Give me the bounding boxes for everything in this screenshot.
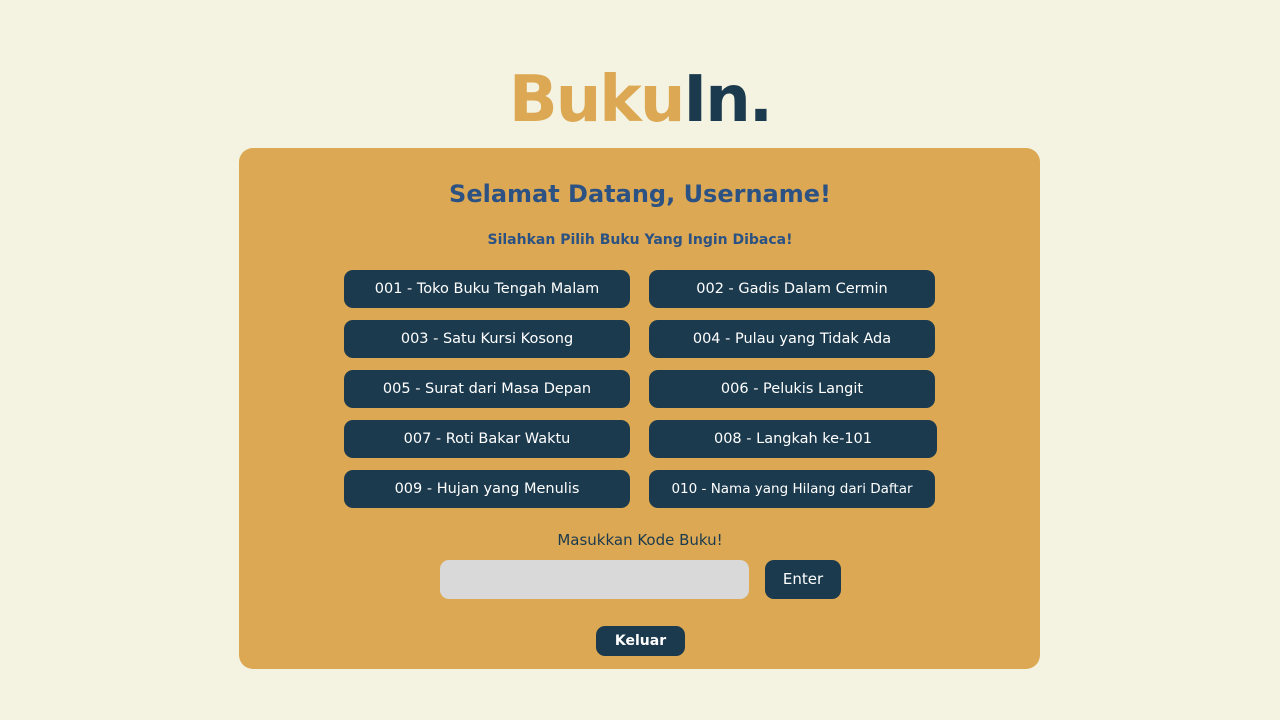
logout-button[interactable]: Keluar <box>596 626 685 656</box>
logo-part-buku: Buku <box>508 63 685 137</box>
book-button-003[interactable]: 003 - Satu Kursi Kosong <box>344 320 630 358</box>
book-button-010[interactable]: 010 - Nama yang Hilang dari Daftar <box>649 470 935 508</box>
book-button-002[interactable]: 002 - Gadis Dalam Cermin <box>649 270 935 308</box>
book-code-label: Masukkan Kode Buku! <box>557 531 723 549</box>
book-button-007[interactable]: 007 - Roti Bakar Waktu <box>344 420 630 458</box>
enter-button[interactable]: Enter <box>765 560 841 599</box>
welcome-heading: Selamat Datang, Username! <box>449 180 831 208</box>
logo-dot: . <box>748 63 773 137</box>
book-button-005[interactable]: 005 - Surat dari Masa Depan <box>344 370 630 408</box>
book-button-006[interactable]: 006 - Pelukis Langit <box>649 370 935 408</box>
book-button-004[interactable]: 004 - Pulau yang Tidak Ada <box>649 320 935 358</box>
book-code-input[interactable] <box>440 560 749 599</box>
app-logo: BukuIn. <box>0 62 1280 138</box>
book-button-009[interactable]: 009 - Hujan yang Menulis <box>344 470 630 508</box>
book-button-008[interactable]: 008 - Langkah ke-101 <box>649 420 937 458</box>
book-button-001[interactable]: 001 - Toko Buku Tengah Malam <box>344 270 630 308</box>
logo-part-in: In <box>683 63 750 137</box>
choose-book-subtitle: Silahkan Pilih Buku Yang Ingin Dibaca! <box>487 232 793 248</box>
